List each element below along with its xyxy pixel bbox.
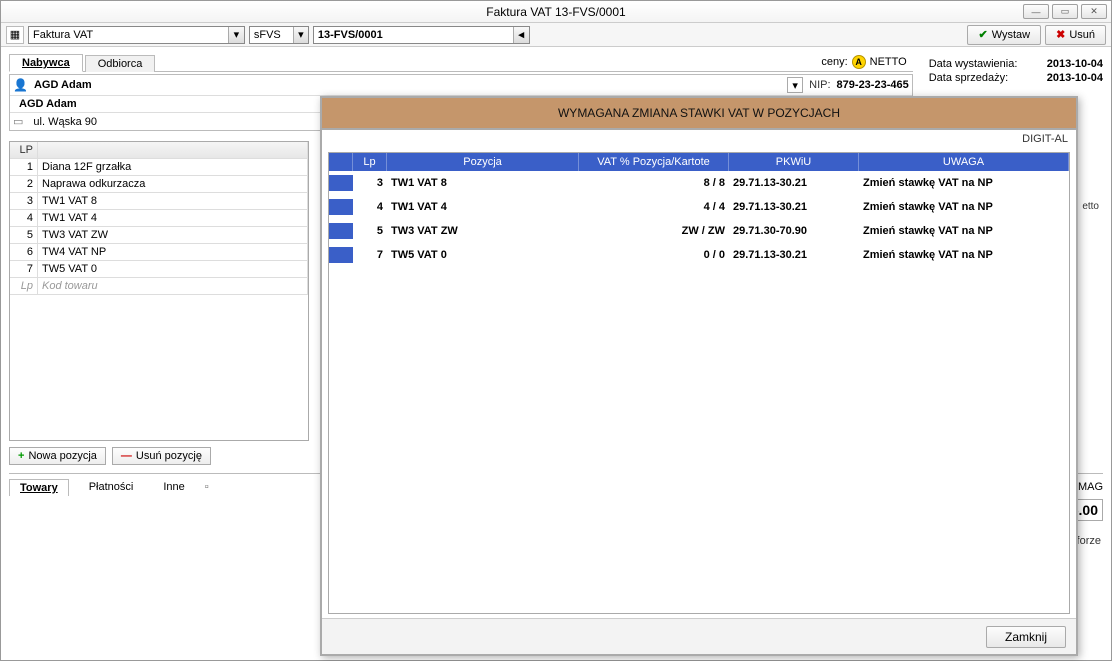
doc-number-value: 13-FVS/0001 bbox=[314, 29, 387, 41]
tab-items[interactable]: Towary bbox=[9, 479, 69, 496]
chevron-down-icon[interactable]: ▾ bbox=[787, 77, 803, 93]
new-row-input[interactable]: Lp Kod towaru bbox=[10, 278, 308, 295]
maximize-icon[interactable]: ▭ bbox=[1052, 4, 1078, 19]
vat-change-dialog: WYMAGANA ZMIANA STAWKI VAT W POZYCJACH D… bbox=[320, 96, 1078, 656]
price-code-icon[interactable]: A bbox=[852, 55, 866, 69]
col-pkwiu: PKWiU bbox=[729, 153, 859, 171]
chevron-down-icon[interactable]: ▾ bbox=[228, 27, 244, 43]
close-icon[interactable]: ✕ bbox=[1081, 4, 1107, 19]
x-icon: ✖ bbox=[1056, 28, 1065, 41]
doc-type-combo[interactable]: Faktura VAT ▾ bbox=[28, 26, 245, 44]
series-value: sFVS bbox=[250, 29, 285, 41]
tab-payments[interactable]: Płatności bbox=[79, 479, 144, 495]
table-row[interactable]: 5TW3 VAT ZW bbox=[10, 227, 308, 244]
totals-column-fragment: etto bbox=[1075, 201, 1101, 215]
sale-date-value[interactable]: 2013-10-04 bbox=[1047, 72, 1103, 84]
doc-icon[interactable]: ▦ bbox=[6, 26, 24, 44]
dialog-row[interactable]: 3 TW1 VAT 8 8 / 8 29.71.13-30.21 Zmień s… bbox=[329, 171, 1069, 195]
options-icon[interactable]: ▫ bbox=[205, 481, 209, 493]
dialog-title: WYMAGANA ZMIANA STAWKI VAT W POZYCJACH bbox=[558, 106, 840, 120]
issue-button[interactable]: ✔ Wystaw bbox=[967, 25, 1041, 45]
price-label: ceny: bbox=[821, 56, 847, 68]
col-lp: Lp bbox=[353, 153, 387, 171]
dialog-row[interactable]: 4 TW1 VAT 4 4 / 4 29.71.13-30.21 Zmień s… bbox=[329, 195, 1069, 219]
plus-icon: + bbox=[18, 450, 24, 462]
col-uwaga: UWAGA bbox=[859, 153, 1069, 171]
table-row[interactable]: 4TW1 VAT 4 bbox=[10, 210, 308, 227]
issue-date-label: Data wystawienia: bbox=[929, 58, 1039, 70]
minus-icon: — bbox=[121, 450, 132, 462]
tab-buyer[interactable]: Nabywca bbox=[9, 54, 83, 72]
items-grid[interactable]: LP 1Diana 12F grzałka 2Naprawa odkurzacz… bbox=[9, 141, 309, 441]
tab-recipient[interactable]: Odbiorca bbox=[85, 55, 156, 72]
customer-lookup[interactable]: AGD Adam bbox=[34, 79, 781, 91]
sale-date-label: Data sprzedaży: bbox=[929, 72, 1039, 84]
close-button[interactable]: Zamknij bbox=[986, 626, 1066, 648]
top-toolbar: ▦ Faktura VAT ▾ sFVS ▾ 13-FVS/0001 ◂ ✔ W… bbox=[1, 23, 1111, 47]
col-vat: VAT % Pozycja/Kartote bbox=[579, 153, 729, 171]
minimize-icon[interactable]: — bbox=[1023, 4, 1049, 19]
col-lp-header: LP bbox=[10, 142, 38, 158]
delete-item-button[interactable]: — Usuń pozycję bbox=[112, 447, 211, 465]
issue-date-value[interactable]: 2013-10-04 bbox=[1047, 58, 1103, 70]
dialog-grid[interactable]: Lp Pozycja VAT % Pozycja/Kartote PKWiU U… bbox=[328, 152, 1070, 614]
customer-address: ul. Wąska 90 bbox=[33, 116, 97, 128]
new-item-button[interactable]: + Nowa pozycja bbox=[9, 447, 106, 465]
series-combo[interactable]: sFVS ▾ bbox=[249, 26, 309, 44]
dialog-row[interactable]: 5 TW3 VAT ZW ZW / ZW 29.71.30-70.90 Zmie… bbox=[329, 219, 1069, 243]
table-row[interactable]: 3TW1 VAT 8 bbox=[10, 193, 308, 210]
titlebar: Faktura VAT 13-FVS/0001 — ▭ ✕ bbox=[1, 1, 1111, 23]
check-icon: ✔ bbox=[978, 28, 987, 41]
nip-value: 879-23-23-465 bbox=[837, 79, 909, 91]
dialog-row[interactable]: 7 TW5 VAT 0 0 / 0 29.71.13-30.21 Zmień s… bbox=[329, 243, 1069, 267]
chevron-down-icon[interactable]: ▾ bbox=[293, 27, 308, 43]
doc-type-value: Faktura VAT bbox=[29, 29, 97, 41]
delete-button[interactable]: ✖ Usuń bbox=[1045, 25, 1106, 45]
person-icon: 👤 bbox=[13, 78, 28, 92]
window-title: Faktura VAT 13-FVS/0001 bbox=[1, 5, 1111, 19]
nip-label: NIP: bbox=[809, 79, 830, 91]
tab-other[interactable]: Inne bbox=[153, 479, 194, 495]
dialog-operator-label: DIGIT-AL bbox=[1022, 133, 1068, 145]
table-row[interactable]: 2Naprawa odkurzacza bbox=[10, 176, 308, 193]
table-row[interactable]: 7TW5 VAT 0 bbox=[10, 261, 308, 278]
table-row[interactable]: 1Diana 12F grzałka bbox=[10, 159, 308, 176]
col-name-header bbox=[38, 142, 308, 158]
col-pozycja: Pozycja bbox=[387, 153, 579, 171]
price-mode: NETTO bbox=[870, 56, 907, 68]
table-row[interactable]: 6TW4 VAT NP bbox=[10, 244, 308, 261]
doc-number-combo[interactable]: 13-FVS/0001 ◂ bbox=[313, 26, 530, 44]
card-icon: ▭ bbox=[13, 115, 23, 128]
chevron-left-icon[interactable]: ◂ bbox=[513, 27, 529, 43]
